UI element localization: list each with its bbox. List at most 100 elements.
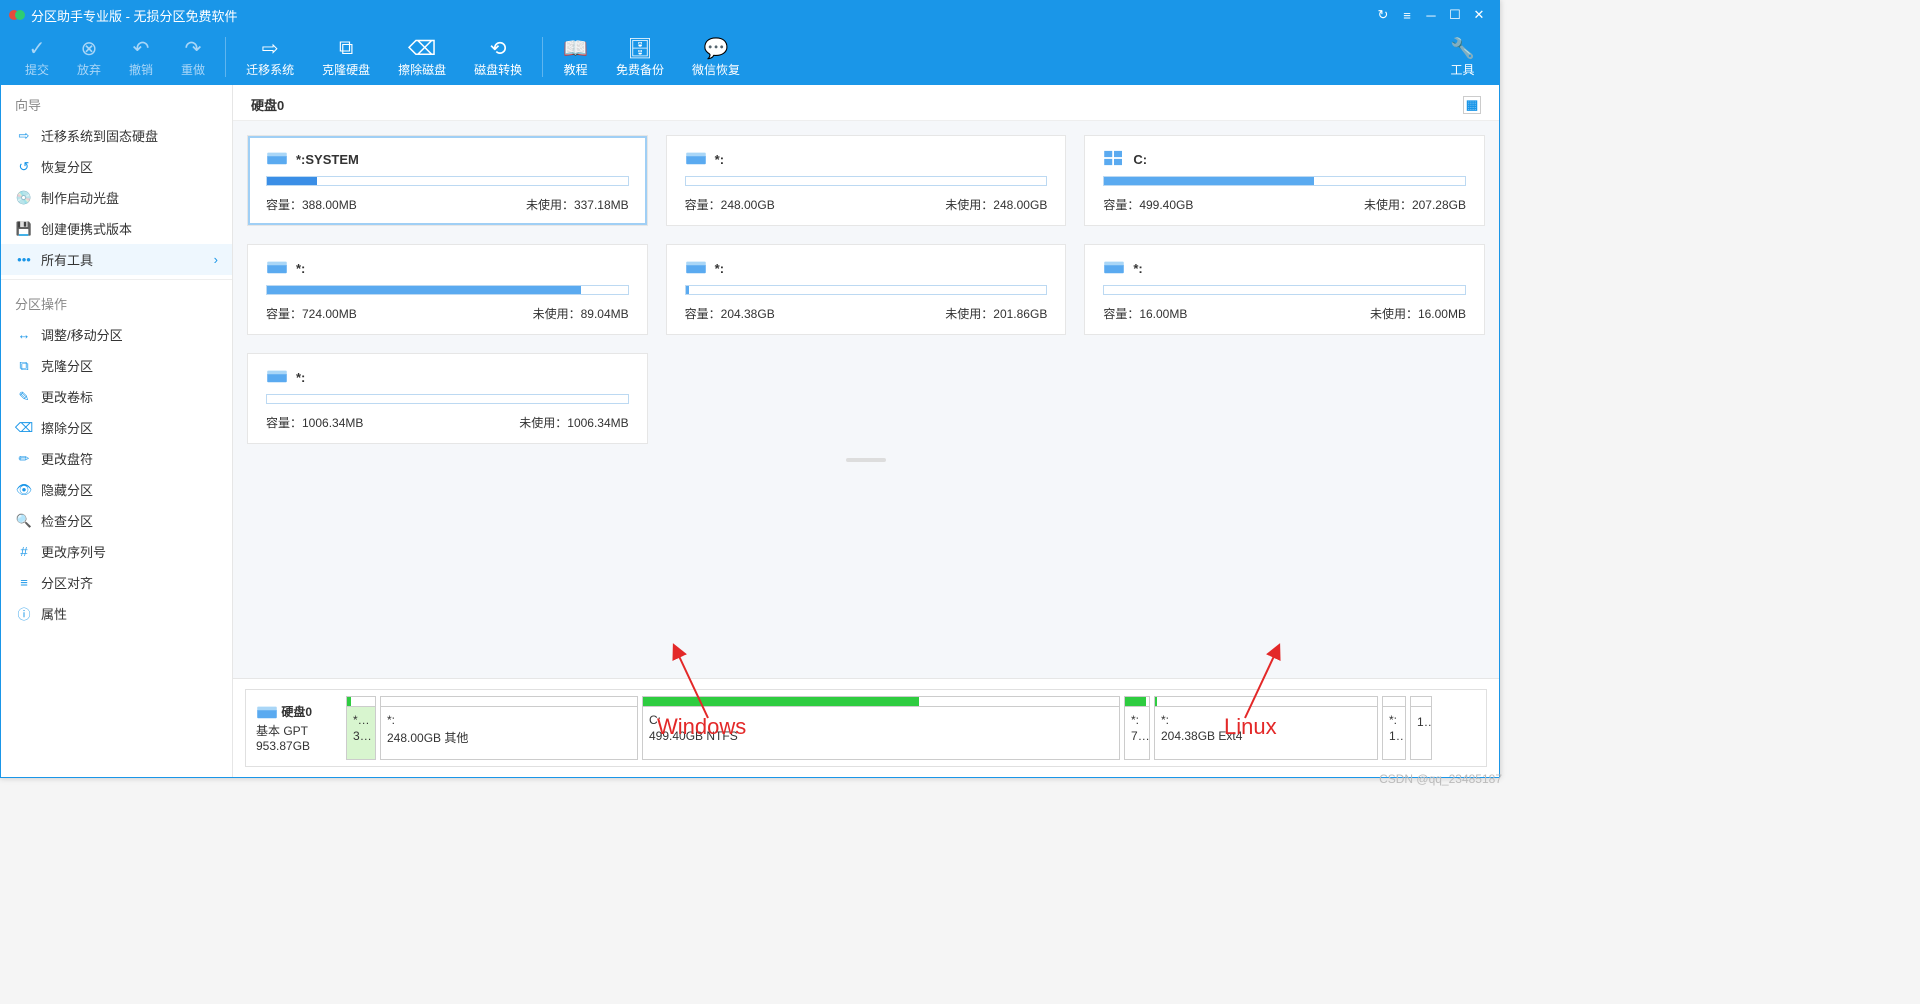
- menu-label: 所有工具: [41, 250, 93, 269]
- tutorial-button[interactable]: 📖教程: [549, 30, 602, 84]
- redo-button[interactable]: ↷重做: [167, 30, 219, 84]
- usage-bar: [1103, 285, 1466, 295]
- usage-bar: [266, 176, 629, 186]
- free-label: 未使用：89.04MB: [533, 305, 629, 322]
- partition-card[interactable]: *:容量：204.38GB未使用：201.86GB: [666, 244, 1067, 335]
- menu-icon: ↔: [15, 326, 33, 344]
- segment-label: [1411, 707, 1431, 715]
- backup-button[interactable]: 🗄免费备份: [602, 30, 678, 84]
- partition-card[interactable]: *:SYSTEM容量：388.00MB未使用：337.18MB: [247, 135, 648, 226]
- sidebar: 向导 ⇨迁移系统到固态硬盘↺恢复分区💿制作启动光盘💾创建便携式版本•••所有工具…: [1, 85, 233, 777]
- toolbar: ✓提交 ⊗放弃 ↶撤销 ↷重做 ⇨迁移系统 ⧉克隆硬盘 ⌫擦除磁盘 ⟲磁盘转换 …: [1, 29, 1499, 85]
- usage-bar: [1103, 176, 1466, 186]
- sidebar-item[interactable]: ↔ 调整/移动分区: [1, 319, 232, 350]
- sidebar-item[interactable]: 💾创建便携式版本: [1, 213, 232, 244]
- menu-icon: 🔍: [15, 512, 33, 530]
- segment-label: *:: [1125, 707, 1149, 729]
- sidebar-item[interactable]: ≡ 分区对齐: [1, 567, 232, 598]
- menu-label: 擦除分区: [41, 418, 93, 437]
- menu-label: 调整/移动分区: [41, 325, 123, 344]
- menu-label: 制作启动光盘: [41, 188, 119, 207]
- book-icon: 📖: [563, 35, 588, 61]
- menu-icon: ⧉: [15, 357, 33, 375]
- clone-button[interactable]: ⧉克隆硬盘: [308, 30, 384, 84]
- undo-button[interactable]: ↶撤销: [115, 30, 167, 84]
- menu-icon: ≡: [15, 574, 33, 592]
- partition-card[interactable]: C:容量：499.40GB未使用：207.28GB: [1084, 135, 1485, 226]
- wipe-icon: ⌫: [408, 35, 436, 61]
- wipe-button[interactable]: ⌫擦除磁盘: [384, 30, 460, 84]
- annotation-linux-label: Linux: [1224, 714, 1277, 740]
- capacity-label: 容量：16.00MB: [1103, 305, 1187, 322]
- segment-info: 72...: [1125, 729, 1149, 747]
- commit-button[interactable]: ✓提交: [11, 30, 63, 84]
- free-label: 未使用：16.00MB: [1370, 305, 1466, 322]
- capacity-label: 容量：1006.34MB: [266, 414, 363, 431]
- menu-label: 更改卷标: [41, 387, 93, 406]
- close-icon[interactable]: ✕: [1467, 5, 1491, 25]
- menu-icon: ✎: [15, 388, 33, 406]
- sidebar-item[interactable]: 💿制作启动光盘: [1, 182, 232, 213]
- disk-map-segment[interactable]: *:16...: [1382, 696, 1406, 760]
- sidebar-item[interactable]: ⧉克隆分区: [1, 350, 232, 381]
- undo-icon: ↶: [133, 35, 150, 61]
- menu-label: 迁移系统到固态硬盘: [41, 126, 158, 145]
- annotation-arrow-linux: [1235, 648, 1295, 721]
- sidebar-item[interactable]: #更改序列号: [1, 536, 232, 567]
- maximize-icon[interactable]: ☐: [1443, 5, 1467, 25]
- sidebar-item[interactable]: •••所有工具›: [1, 244, 232, 275]
- wechat-button[interactable]: 💬微信恢复: [678, 30, 754, 84]
- drive-icon: [1103, 259, 1125, 277]
- titlebar: 分区助手专业版 - 无损分区免费软件 ↻ ≡ ─ ☐ ✕: [1, 1, 1499, 29]
- discard-button[interactable]: ⊗放弃: [63, 30, 115, 84]
- sidebar-item[interactable]: ✏更改盘符: [1, 443, 232, 474]
- menu-icon[interactable]: ≡: [1395, 5, 1419, 25]
- convert-button[interactable]: ⟲磁盘转换: [460, 30, 536, 84]
- disk-map-segment[interactable]: *:...38...: [346, 696, 376, 760]
- segment-label: *:: [381, 707, 637, 729]
- sidebar-item[interactable]: ⌫擦除分区: [1, 412, 232, 443]
- sidebar-section-wizard: 向导: [1, 85, 232, 120]
- menu-icon: 👁: [15, 481, 33, 499]
- disk-map: 硬盘0 基本 GPT 953.87GB *:...38...*:248.00GB…: [245, 689, 1487, 767]
- partition-card[interactable]: *:容量：1006.34MB未使用：1006.34MB: [247, 353, 648, 444]
- segment-label: *:: [1383, 707, 1405, 729]
- sidebar-item[interactable]: ↺恢复分区: [1, 151, 232, 182]
- menu-label: 分区对齐: [41, 573, 93, 592]
- sidebar-item[interactable]: ⇨迁移系统到固态硬盘: [1, 120, 232, 151]
- sidebar-item[interactable]: ⓘ属性: [1, 598, 232, 629]
- partition-name: *:SYSTEM: [296, 152, 359, 167]
- tools-button[interactable]: 🔧工具: [1436, 30, 1489, 84]
- disk-title: 硬盘0: [251, 95, 284, 114]
- sidebar-item[interactable]: ✎ 更改卷标: [1, 381, 232, 412]
- backup-icon: 🗄: [627, 35, 652, 61]
- disk-map-segment[interactable]: 1...: [1410, 696, 1432, 760]
- clone-icon: ⧉: [339, 35, 353, 61]
- free-label: 未使用：201.86GB: [945, 305, 1047, 322]
- watermark: CSDN @qq_23485187: [1379, 772, 1502, 786]
- partition-card[interactable]: *:容量：16.00MB未使用：16.00MB: [1084, 244, 1485, 335]
- partition-card[interactable]: *:容量：724.00MB未使用：89.04MB: [247, 244, 648, 335]
- view-toggle-button[interactable]: ▦: [1463, 96, 1481, 114]
- annotation-windows-label: Windows: [657, 714, 746, 740]
- annotation-arrow-windows: [668, 648, 728, 721]
- refresh-icon[interactable]: ↻: [1371, 5, 1395, 25]
- free-label: 未使用：1006.34MB: [519, 414, 628, 431]
- splitter-handle[interactable]: [233, 458, 1499, 464]
- main-panel: 硬盘0 ▦ *:SYSTEM容量：388.00MB未使用：337.18MB*:容…: [233, 85, 1499, 777]
- sidebar-item[interactable]: 👁隐藏分区: [1, 474, 232, 505]
- menu-icon: 💾: [15, 220, 33, 238]
- migrate-button[interactable]: ⇨迁移系统: [232, 30, 308, 84]
- drive-icon: [266, 150, 288, 168]
- sidebar-item[interactable]: 🔍检查分区: [1, 505, 232, 536]
- drive-icon: [266, 259, 288, 277]
- minimize-icon[interactable]: ─: [1419, 5, 1443, 25]
- convert-icon: ⟲: [490, 35, 507, 61]
- sidebar-section-partition-ops: 分区操作: [1, 284, 232, 319]
- migrate-icon: ⇨: [262, 35, 279, 61]
- menu-icon: #: [15, 543, 33, 561]
- disk-map-segment[interactable]: *:248.00GB 其他: [380, 696, 638, 760]
- disk-map-segment[interactable]: *:72...: [1124, 696, 1150, 760]
- partition-name: *:: [296, 261, 305, 276]
- partition-card[interactable]: *:容量：248.00GB未使用：248.00GB: [666, 135, 1067, 226]
